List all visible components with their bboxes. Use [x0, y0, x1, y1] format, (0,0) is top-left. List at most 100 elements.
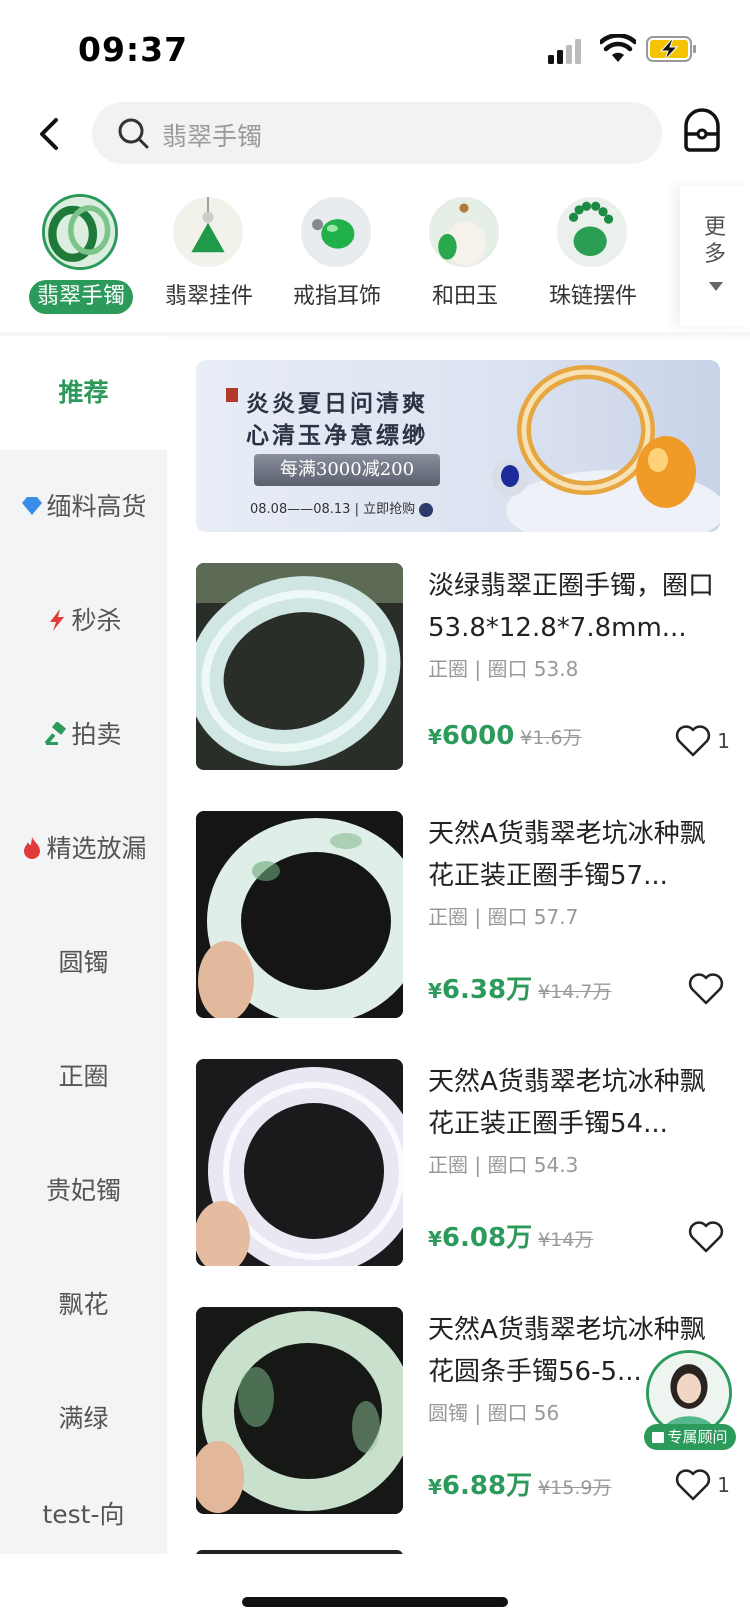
like-button[interactable]: 1 — [675, 1467, 730, 1503]
sidebar-item-label: 缅料高货 — [46, 492, 147, 521]
product-image — [196, 1307, 403, 1514]
price-value: 6000 — [441, 721, 515, 751]
sidebar-item-selected-deals[interactable]: 精选放漏 — [0, 792, 167, 906]
advisor-label-text: 专属顾问 — [667, 1428, 728, 1446]
category-label: 翡翠手镯 — [29, 280, 133, 314]
sidebar-item-test[interactable]: test-向 — [0, 1476, 167, 1554]
sidebar-item-label: 推荐 — [58, 378, 109, 407]
search-bar[interactable]: 翡翠手镯 — [92, 102, 662, 164]
heart-icon — [676, 1469, 711, 1501]
flame-icon — [24, 837, 41, 859]
sidebar-item-floating-flower[interactable]: 飘花 — [0, 1248, 167, 1362]
category-label: 戒指耳饰 — [292, 284, 381, 309]
banner-promo: 每满3000减200 — [254, 454, 440, 486]
original-price: ¥1.6万 — [520, 727, 582, 749]
original-price: ¥15.9万 — [538, 1477, 612, 1499]
product-price: ¥6000 ¥1.6万 — [428, 721, 582, 751]
more-label: 更多 — [703, 215, 726, 267]
book-icon — [652, 1432, 665, 1443]
product-spec: 正圈 | 圈口 53.8 — [428, 657, 579, 681]
banner-date: 08.08——08.13 | 立即抢购 — [250, 498, 434, 517]
currency-symbol: ¥ — [428, 1227, 442, 1251]
gavel-icon — [45, 722, 67, 745]
sidebar-item-flash-sale[interactable]: 秒杀 — [0, 564, 167, 678]
product-spec: 圆镯 | 圈口 56 — [428, 1401, 560, 1425]
category-jade-bangle[interactable]: 翡翠手镯 — [17, 186, 145, 314]
product-price: ¥6.38万 ¥14.7万 — [428, 969, 611, 1006]
sidebar-item-full-green[interactable]: 满绿 — [0, 1362, 167, 1476]
category-label: 珠链摆件 — [548, 284, 637, 309]
heart-icon — [688, 1221, 724, 1253]
sidebar-item-label: 贵妃镯 — [45, 1176, 121, 1205]
promo-banner[interactable]: 炎炎夏日问清爽 心清玉净意缥缈 每满3000减200 08.08——08.13 … — [196, 360, 720, 532]
wifi-icon — [600, 34, 636, 62]
category-label: 和田玉 — [431, 284, 498, 309]
like-button[interactable] — [688, 971, 730, 1007]
advisor-button[interactable]: 专属顾问 — [644, 1350, 736, 1454]
currency-symbol: ¥ — [428, 979, 442, 1003]
sidebar-item-label: 秒杀 — [71, 606, 122, 635]
price-value: 6.08万 — [441, 1223, 533, 1253]
original-price: ¥14.7万 — [538, 981, 612, 1003]
product-card[interactable]: 天然A货翡翠老坑冰种飘花正装正圈手镯54... 正圈 | 圈口 54.3 ¥6.… — [196, 1059, 736, 1269]
banner-date-text: 08.08——08.13 | 立即抢购 — [250, 502, 416, 517]
heart-icon — [676, 725, 711, 757]
price-value: 6.38万 — [441, 975, 533, 1005]
status-bar: 09:37 — [0, 0, 750, 95]
search-icon — [118, 118, 149, 149]
category-jade-pendant[interactable]: 翡翠挂件 — [145, 186, 273, 314]
home-indicator[interactable] — [242, 1597, 508, 1607]
sidebar-item-standard-ring[interactable]: 正圈 — [0, 1020, 167, 1134]
caret-down-icon — [709, 282, 723, 291]
sidebar-item-recommend[interactable]: 推荐 — [0, 336, 167, 450]
battery-charging-icon — [646, 36, 696, 62]
product-card[interactable]: 天然A货翡翠老坑冰种飘花正装正圈手镯57... 正圈 | 圈口 57.7 ¥6.… — [196, 811, 736, 1021]
bottom-safe-area — [0, 1554, 750, 1624]
advisor-label: 专属顾问 — [644, 1424, 736, 1450]
banner-line2: 心清玉净意缥缈 — [246, 422, 428, 449]
original-price: ¥14万 — [538, 1229, 594, 1251]
cellular-signal-icon — [548, 36, 586, 64]
sidebar-item-oval-bangle[interactable]: 贵妃镯 — [0, 1134, 167, 1248]
product-title: 天然A货翡翠老坑冰种飘花正装正圈手镯54... — [428, 1067, 706, 1139]
status-time: 09:37 — [78, 30, 189, 69]
product-card[interactable]: 淡绿翡翠正圈手镯，圈口53.8*12.8*7.8mm... 正圈 | 圈口 53… — [196, 563, 736, 773]
product-image — [196, 563, 403, 770]
like-button[interactable] — [688, 1219, 730, 1255]
banner-jewelry-image — [492, 365, 720, 532]
seal-stamp-icon — [226, 388, 238, 402]
sidebar-item-premium[interactable]: 缅料高货 — [0, 450, 167, 564]
category-label: 翡翠挂件 — [164, 284, 253, 309]
category-bar: 翡翠手镯 翡翠挂件 戒指耳饰 和田玉 珠链摆件 更多 — [0, 186, 750, 332]
category-beads-ornaments[interactable]: 珠链摆件 — [529, 186, 657, 314]
like-count: 1 — [717, 729, 730, 753]
product-image — [196, 811, 403, 1018]
message-icon[interactable] — [678, 106, 726, 158]
currency-symbol: ¥ — [428, 1475, 442, 1499]
price-value: 6.88万 — [441, 1471, 533, 1501]
chevron-right-icon — [419, 502, 434, 517]
jade-pendant-thumb — [170, 194, 246, 270]
sidebar: 推荐 缅料高货 秒杀 拍卖 精选放漏 圆镯 正圈 贵妃镯 飘花 满绿 test-… — [0, 336, 167, 1554]
product-title: 淡绿翡翠正圈手镯，圈口53.8*12.8*7.8mm... — [428, 571, 715, 643]
product-image — [196, 1059, 403, 1266]
heart-icon — [688, 973, 724, 1005]
category-hetian-jade[interactable]: 和田玉 — [401, 186, 529, 314]
sidebar-item-label: 正圈 — [58, 1062, 109, 1091]
sidebar-item-label: 满绿 — [58, 1404, 109, 1433]
jade-ring-thumb — [298, 194, 374, 270]
category-rings-earrings[interactable]: 戒指耳饰 — [273, 186, 401, 314]
jade-bangle-thumb — [42, 194, 118, 270]
sidebar-item-label: 飘花 — [58, 1290, 109, 1319]
sidebar-item-auction[interactable]: 拍卖 — [0, 678, 167, 792]
product-title: 天然A货翡翠老坑冰种飘花正装正圈手镯57... — [428, 819, 706, 891]
sidebar-item-label: 拍卖 — [71, 720, 122, 749]
product-spec: 正圈 | 圈口 57.7 — [428, 905, 579, 929]
sidebar-item-round-bangle[interactable]: 圆镯 — [0, 906, 167, 1020]
more-categories-button[interactable]: 更多 — [680, 186, 750, 326]
back-arrow-icon[interactable] — [30, 108, 74, 160]
product-spec: 正圈 | 圈口 54.3 — [428, 1153, 579, 1177]
hetian-jade-thumb — [426, 194, 502, 270]
sidebar-item-label: test-向 — [42, 1500, 125, 1529]
like-button[interactable]: 1 — [675, 723, 730, 759]
